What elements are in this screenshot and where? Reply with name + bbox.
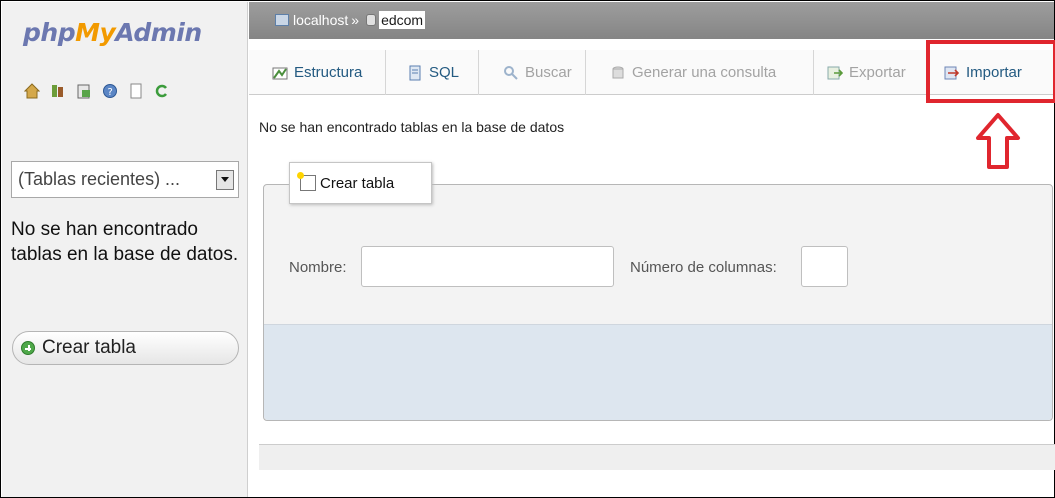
breadcrumb-separator: »: [351, 12, 360, 28]
create-table-legend: Crear tabla: [289, 162, 432, 204]
column-count-label: Número de columnas:: [630, 259, 777, 276]
structure-icon: [272, 67, 288, 79]
recent-tables-value: (Tablas recientes) ...: [18, 169, 181, 189]
chevron-down-icon[interactable]: [216, 169, 234, 190]
breadcrumb-database[interactable]: edcom: [379, 11, 426, 29]
search-icon: [504, 65, 518, 80]
sql-icon[interactable]: [76, 83, 92, 99]
breadcrumb-server[interactable]: localhost: [293, 12, 348, 28]
tab-label: Buscar: [525, 64, 572, 81]
refresh-icon[interactable]: [154, 83, 170, 99]
tab-label: SQL: [429, 64, 460, 81]
tab-label: Exportar: [849, 64, 906, 81]
db-icon[interactable]: [50, 83, 66, 99]
svg-text:?: ?: [108, 87, 113, 98]
navigation-sidebar: phpMyAdmin ? (Tablas recientes) ... No s…: [2, 2, 248, 497]
server-icon: [275, 14, 289, 26]
sql-icon: [409, 65, 421, 80]
new-table-icon: [297, 172, 316, 191]
create-table-label: Crear tabla: [42, 337, 136, 358]
database-icon: [366, 14, 377, 26]
sidebar-no-tables-message: No se han encontrado tablas en la base d…: [11, 219, 239, 265]
home-icon[interactable]: [24, 83, 40, 99]
no-tables-message: No se han encontrado tablas en la base d…: [259, 119, 565, 135]
phpmyadmin-logo[interactable]: phpMyAdmin: [23, 18, 202, 47]
create-table-footer: [264, 324, 1052, 420]
tab-sql[interactable]: SQL: [386, 50, 479, 95]
export-icon: [827, 66, 843, 79]
recent-tables-select[interactable]: (Tablas recientes) ...: [11, 161, 239, 198]
sidebar-nav-icons: ?: [24, 83, 170, 99]
page-footer: [259, 444, 1055, 470]
create-table-fieldset: [263, 184, 1053, 421]
query-icon: [612, 66, 624, 78]
create-table-legend-label: Crear tabla: [320, 174, 395, 192]
sidebar-create-table-button[interactable]: Crear tabla: [12, 331, 239, 365]
tab-estructura[interactable]: Estructura: [249, 50, 386, 95]
up-arrow-icon: [976, 113, 1020, 169]
tab-exportar[interactable]: Exportar: [814, 50, 929, 95]
tab-generar-consulta[interactable]: Generar una consulta: [586, 50, 814, 95]
help-icon[interactable]: ?: [102, 83, 118, 99]
table-name-label: Nombre:: [289, 259, 347, 276]
doc-icon[interactable]: [128, 83, 144, 99]
table-name-input[interactable]: [361, 246, 614, 287]
tab-buscar[interactable]: Buscar: [479, 50, 586, 95]
tab-label: Importar: [966, 64, 1022, 81]
import-icon: [944, 66, 960, 79]
tab-label: Generar una consulta: [632, 64, 777, 81]
breadcrumb: localhost » edcom: [249, 2, 1054, 39]
tab-label: Estructura: [294, 64, 363, 81]
add-icon: [21, 341, 35, 355]
tab-bar: Estructura SQL Buscar Generar una consul…: [249, 50, 1054, 95]
column-count-input[interactable]: [801, 246, 848, 287]
tab-importar[interactable]: Importar: [929, 50, 1054, 95]
